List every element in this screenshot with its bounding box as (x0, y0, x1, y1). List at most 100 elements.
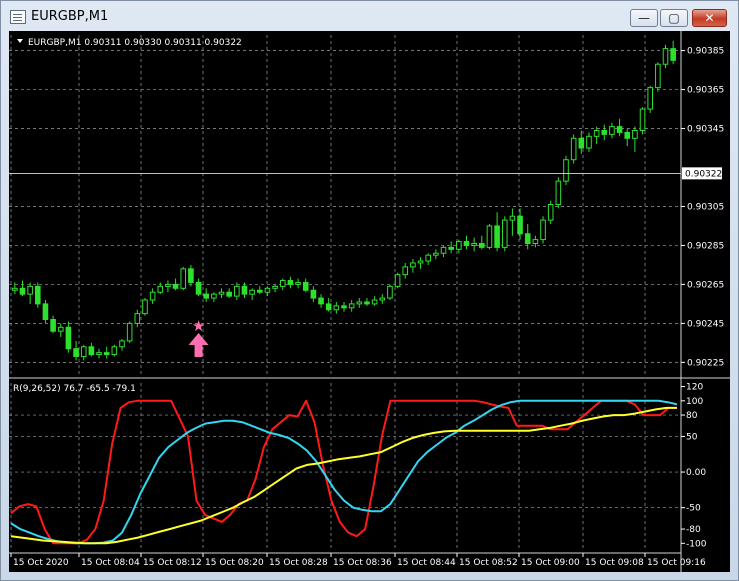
price-label: 0.90305 (687, 202, 724, 212)
candle-body (639, 108, 646, 131)
candle-body (34, 285, 41, 305)
candle-body (417, 260, 424, 264)
candle-body (188, 268, 194, 283)
candle-body (463, 241, 470, 246)
time-label: 15 Oct 08:12 (143, 558, 202, 568)
candle-body (333, 305, 340, 311)
price-label: 0.90345 (687, 125, 724, 135)
candle-body (425, 254, 432, 262)
candle-body (341, 305, 347, 309)
indicator-scale[interactable]: 120 100 80 50 0.00 -50 -80 -100 (681, 383, 707, 550)
candle-body (471, 242, 477, 246)
indicator-header: R(9,26,52) 76.7 -65.5 -79.1 (13, 384, 136, 394)
candle-body (57, 326, 64, 332)
candle-body (27, 285, 33, 295)
candle-body (547, 204, 554, 221)
current-price-marker: 0.90322 (9, 167, 722, 180)
price-label: 0.90265 (687, 280, 724, 290)
indicator-scale-label: -100 (686, 539, 707, 549)
candle-body (348, 303, 355, 309)
chart-window-icon (10, 10, 26, 24)
candle-body (295, 281, 301, 285)
candle-body (279, 280, 286, 287)
maximize-button[interactable]: ▢ (660, 9, 688, 27)
candle-body (494, 225, 500, 248)
candle-body (180, 268, 187, 289)
candle-body (433, 252, 439, 256)
candle-body (165, 283, 171, 287)
time-label: 15 Oct 08:36 (333, 558, 392, 568)
candle-body (287, 280, 294, 285)
candle-body (134, 313, 141, 324)
candle-body (456, 241, 462, 250)
minimize-button[interactable]: — (630, 9, 658, 27)
candle-body (647, 87, 654, 110)
indicator-scale-label: 120 (686, 383, 703, 393)
maximize-icon: ▢ (668, 11, 680, 25)
candle-body (65, 326, 72, 350)
signal-marker: ★ (188, 317, 209, 357)
candle-body (234, 285, 240, 297)
chart-area[interactable]: 0.90385 0.90365 0.90345 0.90305 0.90285 0.902… (9, 31, 730, 572)
candle-body (96, 352, 102, 356)
candle-body (19, 287, 26, 295)
candle-body (119, 340, 125, 348)
candle-body (478, 242, 485, 248)
price-label: 0.90245 (687, 319, 724, 329)
candle-body (440, 246, 447, 254)
candle-body (593, 129, 600, 137)
indicator-scale-label: 50 (686, 432, 698, 442)
candle-body (555, 180, 562, 206)
indicator-scale-label: 100 (686, 397, 703, 407)
candle-body (272, 285, 278, 289)
candle-body (410, 262, 416, 268)
time-label: 15 Oct 09:16 (647, 558, 706, 568)
candle-body (540, 219, 546, 241)
time-label: 15 Oct 09:08 (585, 558, 644, 568)
candle-body (302, 281, 309, 291)
price-label: 0.90385 (687, 47, 724, 57)
time-label: 15 Oct 08:04 (81, 558, 140, 568)
time-label: 15 Oct 08:52 (459, 558, 518, 568)
time-label: 15 Oct 08:20 (205, 558, 264, 568)
time-label: 15 Oct 08:28 (269, 558, 328, 568)
candle-body (402, 266, 409, 276)
candle-body (149, 291, 156, 301)
candle-body (211, 293, 217, 299)
candle-body (624, 131, 631, 139)
close-button[interactable]: ✕ (692, 9, 727, 27)
time-label: 15 Oct 2020 (13, 558, 69, 568)
candle-body (387, 285, 393, 299)
price-label: 0.90285 (687, 241, 724, 251)
candle-body (517, 215, 523, 235)
dropdown-triangle-icon[interactable] (17, 39, 23, 43)
price-scale[interactable]: 0.90385 0.90365 0.90345 0.90305 0.90285 0.902… (681, 47, 724, 369)
title-bar[interactable]: EURGBP,M1 — ▢ ✕ (1, 1, 738, 31)
indicator-scale-label: -50 (686, 504, 701, 514)
grid-layer (9, 35, 681, 549)
indicator-scale-label: 0.00 (686, 468, 706, 478)
candle-body (532, 239, 539, 244)
chart-canvas[interactable]: 0.90385 0.90365 0.90345 0.90305 0.90285 0.902… (9, 31, 730, 572)
candle-body (509, 215, 516, 221)
candle-body (195, 281, 202, 295)
candle-body (218, 291, 225, 295)
price-label: 0.90365 (687, 86, 724, 96)
candle-body (586, 135, 592, 149)
candle-body (157, 285, 164, 293)
candle-body (73, 348, 79, 358)
candle-body (88, 346, 95, 356)
candle-body (655, 63, 661, 89)
candle-body (356, 301, 363, 305)
time-axis[interactable]: 15 Oct 2020 15 Oct 08:04 15 Oct 08:12 15 Oc… (10, 553, 706, 568)
candle-body (601, 129, 608, 135)
candle-body (318, 297, 324, 305)
candle-body (142, 299, 148, 315)
candle-body (578, 137, 585, 149)
candle-body (501, 219, 508, 248)
symbol-header: EURGBP,M1 0.90311 0.90330 0.90311 0.9032… (17, 38, 242, 48)
candle-body (249, 289, 255, 295)
close-icon: ✕ (704, 11, 715, 25)
candle-body (616, 126, 623, 133)
candle-body (310, 289, 317, 299)
